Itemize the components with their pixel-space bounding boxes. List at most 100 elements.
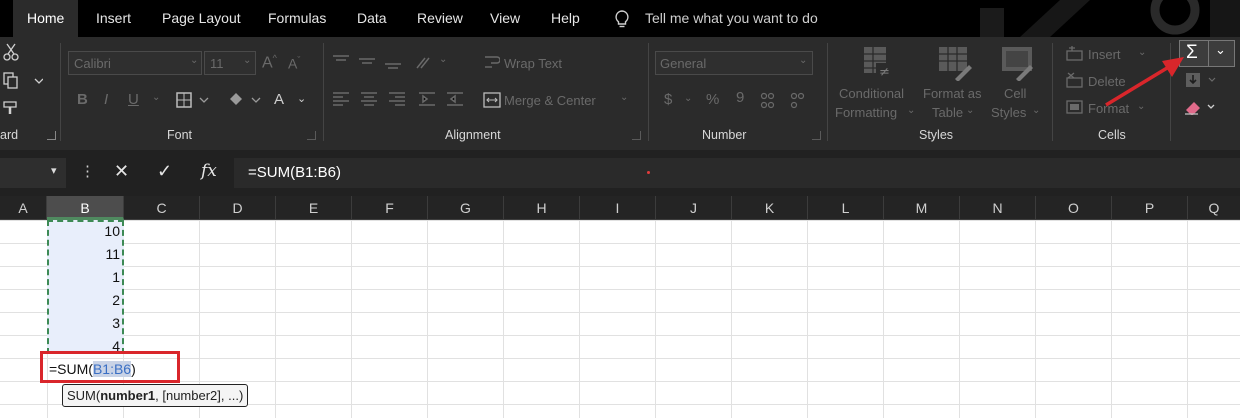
alignment-launcher-icon[interactable] bbox=[632, 131, 641, 140]
enter-icon[interactable]: ✓ bbox=[157, 161, 172, 182]
column-header-g[interactable]: G bbox=[428, 196, 504, 220]
formula-input[interactable]: =SUM(B1:B6) bbox=[234, 158, 1240, 188]
font-color-icon[interactable]: A bbox=[274, 91, 284, 108]
format-painter-icon[interactable] bbox=[2, 100, 20, 116]
merge-center-label[interactable]: Merge & Center bbox=[504, 93, 596, 108]
column-header-f[interactable]: F bbox=[352, 196, 428, 220]
cell-b4[interactable]: 2 bbox=[48, 289, 122, 312]
cell-b1[interactable]: 10 bbox=[48, 220, 122, 243]
more-options-icon[interactable]: ⋮ bbox=[80, 162, 95, 180]
chevron-down-icon[interactable]: ⌄ bbox=[620, 92, 628, 103]
cell-styles-label-1[interactable]: Cell bbox=[1004, 86, 1026, 101]
chevron-down-icon[interactable]: ⌄ bbox=[297, 92, 306, 105]
italic-icon[interactable]: I bbox=[104, 91, 108, 108]
clipboard-group-label: ard bbox=[0, 128, 19, 142]
tab-insert[interactable]: Insert bbox=[96, 0, 131, 37]
currency-icon[interactable]: $ bbox=[664, 91, 672, 108]
chevron-down-icon: ⌄ bbox=[190, 55, 199, 66]
font-name-value: Calibri bbox=[74, 56, 111, 71]
font-launcher-icon[interactable] bbox=[307, 131, 316, 140]
tab-help[interactable]: Help bbox=[551, 0, 580, 37]
cut-icon[interactable] bbox=[3, 43, 19, 61]
chevron-down-icon[interactable]: ⌄ bbox=[1215, 42, 1226, 58]
font-group-label: Font bbox=[167, 128, 193, 142]
chevron-down-icon[interactable]: ▾ bbox=[51, 164, 57, 177]
fill-color-icon[interactable] bbox=[228, 92, 264, 108]
tab-data[interactable]: Data bbox=[357, 0, 387, 37]
wrap-text-label[interactable]: Wrap Text bbox=[504, 56, 562, 71]
delete-cells-icon[interactable] bbox=[1066, 72, 1084, 88]
column-header-m[interactable]: M bbox=[884, 196, 960, 220]
format-as-table-label-1[interactable]: Format as bbox=[923, 86, 982, 101]
comma-style-icon[interactable]: 9 bbox=[736, 89, 744, 106]
column-header-d[interactable]: D bbox=[200, 196, 276, 220]
column-header-j[interactable]: J bbox=[656, 196, 732, 220]
number-format-dropdown[interactable]: General ⌄ bbox=[655, 51, 813, 75]
ribbon-background-graphic bbox=[960, 0, 1240, 37]
borders-icon[interactable] bbox=[176, 92, 210, 108]
separator bbox=[827, 43, 828, 141]
vertical-align-icons[interactable] bbox=[333, 54, 433, 70]
insert-function-icon[interactable]: fx bbox=[201, 161, 217, 181]
column-header-i[interactable]: I bbox=[580, 196, 656, 220]
column-header-o[interactable]: O bbox=[1036, 196, 1112, 220]
percent-icon[interactable]: % bbox=[706, 91, 719, 108]
cancel-icon[interactable]: ✕ bbox=[114, 161, 129, 182]
tab-formulas[interactable]: Formulas bbox=[268, 0, 326, 37]
chevron-down-icon[interactable]: ⌄ bbox=[152, 92, 160, 103]
cell-b2[interactable]: 11 bbox=[48, 243, 122, 266]
name-box[interactable]: ▾ bbox=[0, 158, 66, 188]
horizontal-align-icons[interactable] bbox=[333, 91, 473, 109]
bold-icon[interactable]: B bbox=[77, 91, 88, 108]
copy-icon[interactable] bbox=[3, 72, 43, 90]
column-header-c[interactable]: C bbox=[124, 196, 200, 220]
column-header-b[interactable]: B bbox=[47, 196, 124, 220]
format-as-table-label-2[interactable]: Table bbox=[932, 105, 963, 120]
cell-b5[interactable]: 3 bbox=[48, 312, 122, 335]
tell-me-text: Tell me what you want to do bbox=[645, 10, 818, 26]
number-launcher-icon[interactable] bbox=[812, 131, 821, 140]
fill-icon[interactable] bbox=[1185, 72, 1221, 88]
column-header-a[interactable]: A bbox=[0, 196, 47, 220]
column-header-k[interactable]: K bbox=[732, 196, 808, 220]
decimal-adjust-icons[interactable] bbox=[760, 92, 812, 110]
insert-cells-icon[interactable] bbox=[1066, 45, 1084, 61]
column-header-l[interactable]: L bbox=[808, 196, 884, 220]
separator bbox=[1208, 41, 1209, 66]
tab-home[interactable]: Home bbox=[13, 0, 79, 37]
column-header-p[interactable]: P bbox=[1112, 196, 1188, 220]
alignment-group-label: Alignment bbox=[445, 128, 501, 142]
separator bbox=[648, 43, 649, 141]
font-name-dropdown[interactable]: Calibri ⌄ bbox=[68, 51, 202, 75]
tab-review[interactable]: Review bbox=[417, 0, 463, 37]
function-tooltip[interactable]: SUM(number1, [number2], ...) bbox=[62, 384, 249, 407]
increase-font-icon[interactable]: A^ bbox=[262, 53, 277, 72]
cell-b3[interactable]: 1 bbox=[48, 266, 122, 289]
cell-styles-label-2[interactable]: Styles bbox=[991, 105, 1026, 120]
decrease-font-icon[interactable]: Aˇ bbox=[288, 55, 300, 72]
format-as-table-icon[interactable] bbox=[937, 45, 973, 81]
conditional-formatting-icon[interactable]: ≠ bbox=[862, 45, 896, 81]
column-header-n[interactable]: N bbox=[960, 196, 1036, 220]
tooltip-function: SUM( bbox=[67, 388, 101, 403]
wrap-text-icon[interactable] bbox=[484, 54, 500, 70]
cell-styles-icon[interactable] bbox=[1000, 45, 1036, 81]
tab-page-layout[interactable]: Page Layout bbox=[162, 0, 241, 37]
merge-center-icon[interactable] bbox=[483, 92, 501, 108]
conditional-formatting-label-2[interactable]: Formatting bbox=[835, 105, 897, 120]
column-header-q[interactable]: Q bbox=[1188, 196, 1240, 220]
conditional-formatting-label-1[interactable]: Conditional bbox=[839, 86, 904, 101]
chevron-down-icon[interactable]: ⌄ bbox=[439, 54, 447, 65]
tab-view[interactable]: View bbox=[490, 0, 520, 37]
format-cells-icon[interactable] bbox=[1066, 99, 1084, 115]
chevron-down-icon[interactable]: ⌄ bbox=[684, 93, 692, 104]
tooltip-rest: , [number2], ...) bbox=[155, 388, 244, 403]
chevron-down-icon[interactable]: ⌄ bbox=[966, 105, 974, 116]
font-size-dropdown[interactable]: 11 ⌄ bbox=[204, 51, 256, 75]
chevron-down-icon[interactable]: ⌄ bbox=[907, 105, 915, 116]
chevron-down-icon[interactable]: ⌄ bbox=[1032, 105, 1040, 116]
clipboard-launcher-icon[interactable] bbox=[47, 131, 56, 140]
column-header-h[interactable]: H bbox=[504, 196, 580, 220]
column-header-e[interactable]: E bbox=[276, 196, 352, 220]
underline-icon[interactable]: U bbox=[128, 91, 139, 108]
